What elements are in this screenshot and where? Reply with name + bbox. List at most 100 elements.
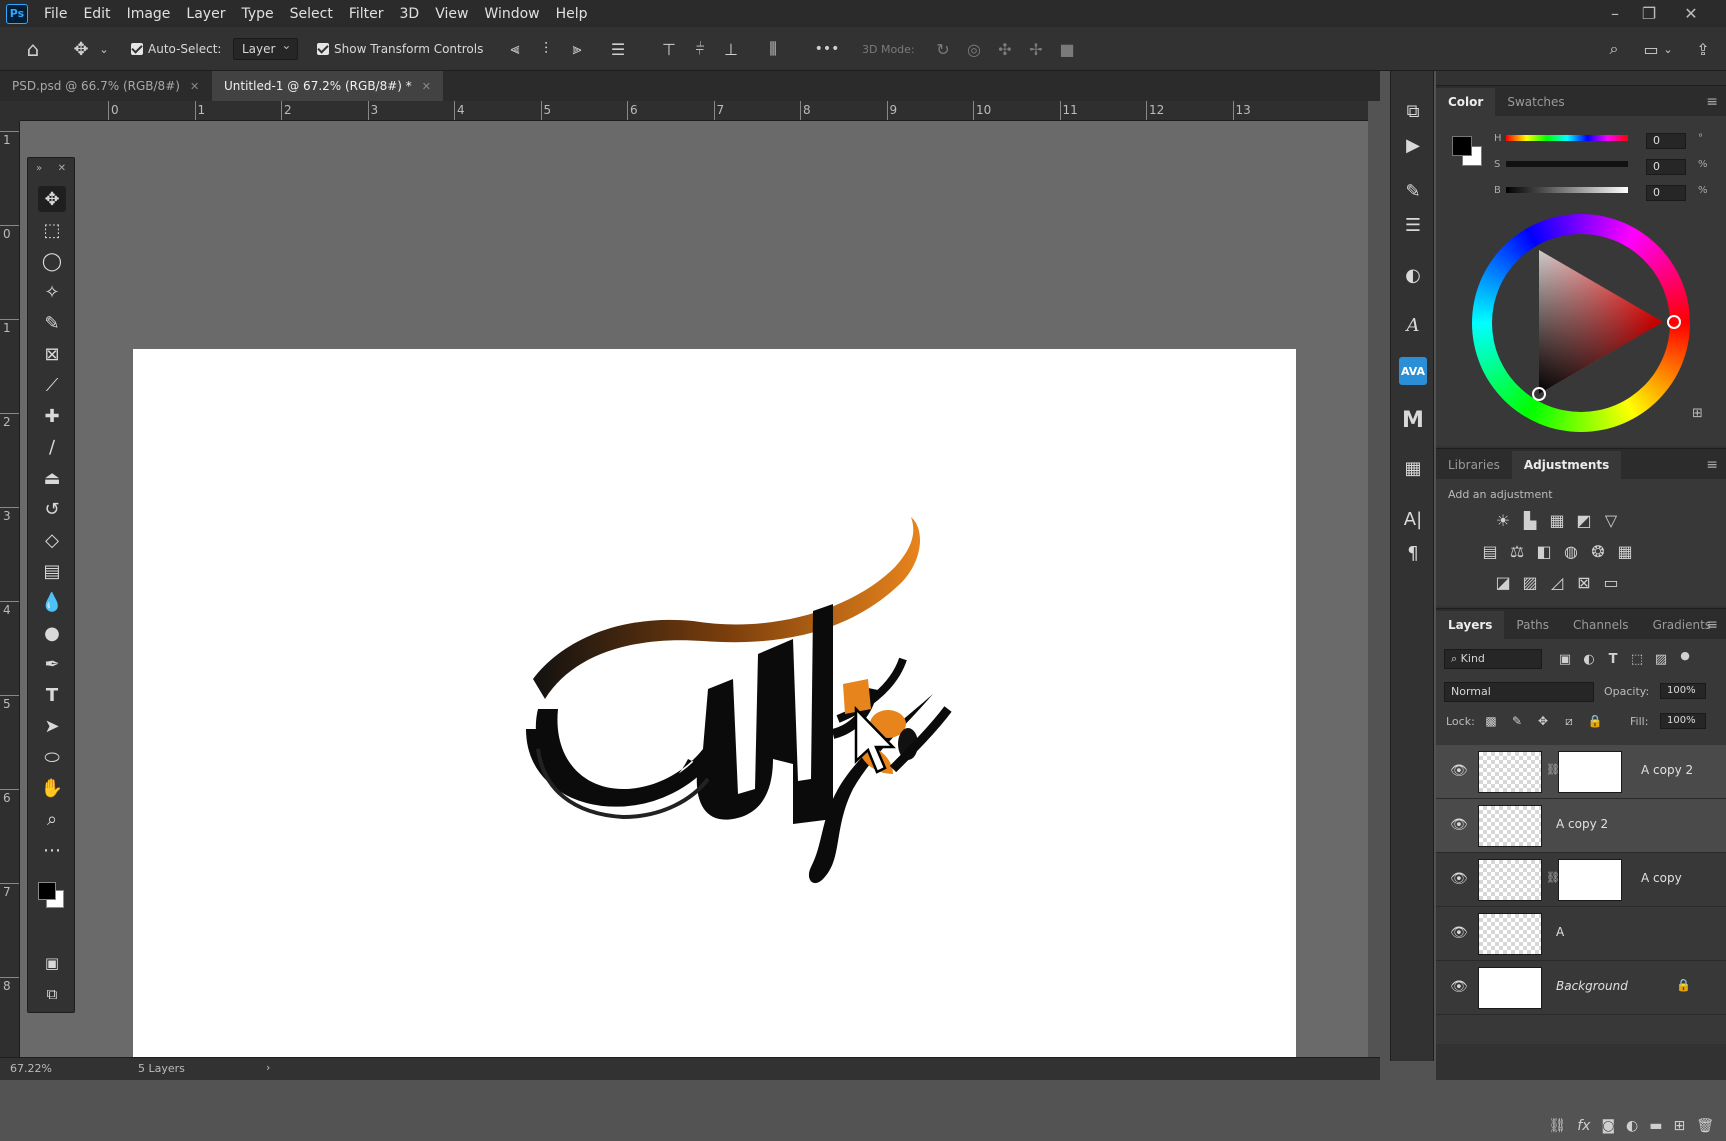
lock-pixels-icon[interactable]: ✎ [1506,710,1528,732]
fill-value[interactable]: 100% [1660,713,1706,729]
document-canvas[interactable] [133,349,1296,1076]
vibrance-icon[interactable]: ▽ [1600,509,1622,531]
menu-image[interactable]: Image [119,6,179,22]
close-icon[interactable]: ✕ [58,163,66,174]
character-icon[interactable]: A| [1399,505,1427,533]
align-right-icon[interactable]: ⫸ [566,38,588,60]
layer-mask-thumbnail[interactable] [1558,751,1622,793]
move-tool-preset-icon[interactable]: ✥ [70,38,92,60]
color-wheel[interactable] [1472,214,1690,432]
ava-plugin-icon[interactable]: AVA [1399,357,1427,385]
color-balance-icon[interactable]: ⚖ [1506,540,1528,562]
layer-name[interactable]: A copy 2 [1641,763,1693,777]
layer-thumbnail[interactable] [1478,859,1542,901]
exposure-icon[interactable]: ◩ [1573,509,1595,531]
color-swatches[interactable] [36,880,64,908]
checkbox-icon[interactable] [131,43,143,55]
history-brush-icon[interactable]: ↺ [38,496,66,522]
auto-select-checkbox[interactable]: Auto-Select: [131,27,221,71]
hue-value[interactable]: 0 [1646,133,1686,149]
layer-name[interactable]: A copy 2 [1556,817,1608,831]
trash-icon[interactable]: 🗑 [1696,1118,1714,1134]
menu-filter[interactable]: Filter [341,6,392,22]
filter-shape-icon[interactable]: ⬚ [1626,648,1648,670]
panel-menu-icon[interactable]: ≡ [1706,617,1718,633]
hue-slider[interactable]: H [1494,128,1628,148]
properties-icon[interactable]: ☰ [1399,211,1427,239]
menu-window[interactable]: Window [476,6,547,22]
add-mask-icon[interactable]: ◙ [1601,1118,1615,1134]
learn-icon[interactable]: ▦ [1399,454,1427,482]
filter-type-icon[interactable]: T [1602,648,1624,670]
black-white-icon[interactable]: ◧ [1533,540,1555,562]
saturation-value[interactable]: 0 [1646,159,1686,175]
lock-transparency-icon[interactable]: ▩ [1480,710,1502,732]
layer-thumbnail[interactable] [1478,913,1542,955]
menu-help[interactable]: Help [548,6,596,22]
filter-smart-object-icon[interactable]: ▨ [1650,648,1672,670]
marquee-tool-icon[interactable]: ⬚ [38,217,66,243]
chevron-down-icon[interactable]: ⌄ [1662,38,1674,60]
more-tools-icon[interactable]: ⋯ [38,837,66,863]
hue-saturation-icon[interactable]: ▤ [1479,540,1501,562]
m-plugin-icon[interactable]: M [1399,406,1427,434]
menu-file[interactable]: File [36,6,75,22]
expand-icon[interactable]: ⊞ [1692,406,1703,421]
foreground-color-swatch[interactable] [38,882,56,900]
glyphs-icon[interactable]: A [1399,311,1427,339]
layer-row[interactable]: 👁 ⛓ A copy 2 [1436,745,1726,799]
layer-thumbnail[interactable] [1478,751,1542,793]
photoshop-logo[interactable]: Ps [6,3,28,24]
adjustment-layer-icon[interactable]: ◐ [1626,1118,1638,1134]
lock-position-icon[interactable]: ✥ [1532,710,1554,732]
more-options-button[interactable]: ••• [812,38,842,60]
color-triangle[interactable] [1472,214,1690,432]
clone-source-icon[interactable]: ◐ [1399,261,1427,289]
paragraph-icon[interactable]: ¶ [1399,539,1427,567]
layer-name[interactable]: A copy [1641,871,1682,885]
align-left-icon[interactable]: ⫷ [504,38,526,60]
status-menu-arrow[interactable]: › [266,1061,270,1074]
quick-select-icon[interactable]: ✎ [38,310,66,336]
menu-type[interactable]: Type [233,6,281,22]
menu-select[interactable]: Select [282,6,341,22]
close-button[interactable]: ✕ [1674,0,1708,27]
menu-view[interactable]: View [427,6,476,22]
layer-name[interactable]: Background [1556,979,1628,993]
quick-mask-icon[interactable]: ▣ [38,950,66,976]
search-icon[interactable]: ⌕ [1603,38,1625,60]
tab-adjustments[interactable]: Adjustments [1511,451,1622,479]
eraser-icon[interactable]: ◇ [38,527,66,553]
distribute-vertical-icon[interactable]: ⫼ [762,38,784,60]
layer-row[interactable]: 👁 A [1436,907,1726,961]
lock-artboard-icon[interactable]: ⧄ [1558,710,1580,732]
new-layer-icon[interactable]: ⊞ [1673,1118,1685,1134]
screen-mode-icon[interactable]: ⧉ [38,981,66,1007]
threshold-icon[interactable]: ◿ [1546,571,1568,593]
tab-layers[interactable]: Layers [1436,611,1505,639]
brush-settings-icon[interactable]: ✎ [1399,177,1427,205]
show-transform-checkbox[interactable]: Show Transform Controls [317,27,483,71]
path-select-icon[interactable]: ➤ [38,713,66,739]
panel-menu-icon[interactable]: ≡ [1706,457,1718,473]
layer-row[interactable]: 👁 A copy 2 [1436,799,1726,853]
layer-row[interactable]: 👁 ⛓ A copy [1436,853,1726,907]
layer-filter-dropdown[interactable]: ⌕ Kind [1444,649,1542,669]
brush-tool-icon[interactable]: ∕ [38,434,66,460]
levels-icon[interactable]: ▙ [1519,509,1541,531]
gradient-tool-icon[interactable]: ▤ [38,558,66,584]
eyedropper-icon[interactable]: ⟋ [38,372,66,398]
new-group-icon[interactable]: ▬ [1649,1118,1662,1134]
zoom-tool-icon[interactable]: ⌕ [38,806,66,832]
layer-thumbnail[interactable] [1478,805,1542,847]
eye-icon[interactable]: 👁 [1450,979,1468,995]
magic-wand-icon[interactable]: ✧ [38,279,66,305]
type-tool-icon[interactable]: T [38,682,66,708]
lasso-tool-icon[interactable]: ◯ [38,248,66,274]
link-layers-icon[interactable]: ⛓ [1548,1118,1566,1134]
eye-icon[interactable]: 👁 [1450,763,1468,779]
brightness-contrast-icon[interactable]: ☀ [1492,509,1514,531]
shape-tool-icon[interactable]: ⬭ [38,744,66,770]
posterize-icon[interactable]: ▨ [1519,571,1541,593]
minimize-button[interactable]: – [1598,0,1632,27]
